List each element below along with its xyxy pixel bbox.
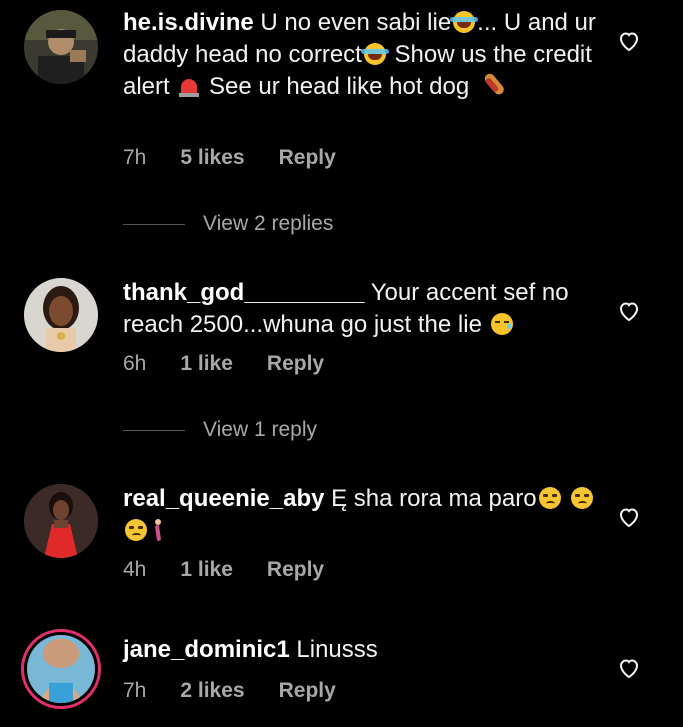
view-replies-button[interactable]: View 2 replies [123,212,333,236]
likes-count[interactable]: 1 like [180,352,233,375]
timestamp: 7h [123,679,147,702]
siren-emoji [178,75,200,97]
unamused-emoji [538,487,561,509]
sleepy-emoji [490,313,513,335]
unamused-emoji [571,487,594,509]
comment-body: Linusss [296,636,378,663]
username[interactable]: jane_dominic1 [123,636,290,663]
comment-body: See ur head like hot dog [202,73,470,100]
timestamp: 6h [123,352,147,375]
view-replies-label: View 1 reply [203,418,318,441]
like-heart-icon[interactable] [617,656,641,680]
avatar [27,635,95,703]
comment-meta: 4h 1 like Reply [123,558,358,582]
comment-meta: 7h 5 likes Reply [123,146,370,170]
comment-text: real_queenie_aby Ę sha rora ma paro [123,483,603,547]
reply-button[interactable]: Reply [279,679,336,702]
like-heart-icon[interactable] [617,505,641,529]
comment-body: U no even sabi lie [260,9,452,36]
avatar[interactable] [24,10,98,84]
woman-walking-emoji [151,519,165,541]
avatar[interactable] [24,484,98,558]
divider-line [123,223,185,225]
avatar[interactable] [24,278,98,352]
comment-text: he.is.divine U no even sabi lie... U and… [123,7,603,103]
comment-item: thank_god_________ Your accent sef no re… [0,270,683,450]
like-heart-icon[interactable] [617,29,641,53]
likes-count[interactable]: 2 likes [180,679,244,702]
avatar-story-ring[interactable] [21,629,101,709]
view-replies-button[interactable]: View 1 reply [123,418,317,442]
like-heart-icon[interactable] [617,299,641,323]
username[interactable]: he.is.divine [123,9,254,36]
divider-line [123,429,185,431]
laugh-cry-emoji [450,11,479,33]
comment-text: jane_dominic1 Linusss [123,634,603,666]
comment-text: thank_god_________ Your accent sef no re… [123,277,603,341]
comment-item: real_queenie_aby Ę sha rora ma paro 4h 1 … [0,476,683,596]
reply-button[interactable]: Reply [267,352,324,375]
reply-button[interactable]: Reply [279,146,336,169]
reply-button[interactable]: Reply [267,558,324,581]
unamused-emoji [125,519,147,541]
comment-meta: 7h 2 likes Reply [123,679,370,703]
comment-meta: 6h 1 like Reply [123,352,358,376]
comment-item: he.is.divine U no even sabi lie... U and… [0,0,683,250]
comment-item: jane_dominic1 Linusss 7h 2 likes Reply [0,623,683,727]
username[interactable]: real_queenie_aby [123,485,324,512]
view-replies-label: View 2 replies [203,212,334,235]
hotdog-emoji [478,75,500,97]
likes-count[interactable]: 5 likes [180,146,244,169]
likes-count[interactable]: 1 like [180,558,233,581]
timestamp: 7h [123,146,147,169]
comment-body: Ę sha rora ma paro [331,485,537,512]
timestamp: 4h [123,558,147,581]
laugh-cry-emoji [360,43,389,65]
username[interactable]: thank_god_________ [123,279,364,306]
